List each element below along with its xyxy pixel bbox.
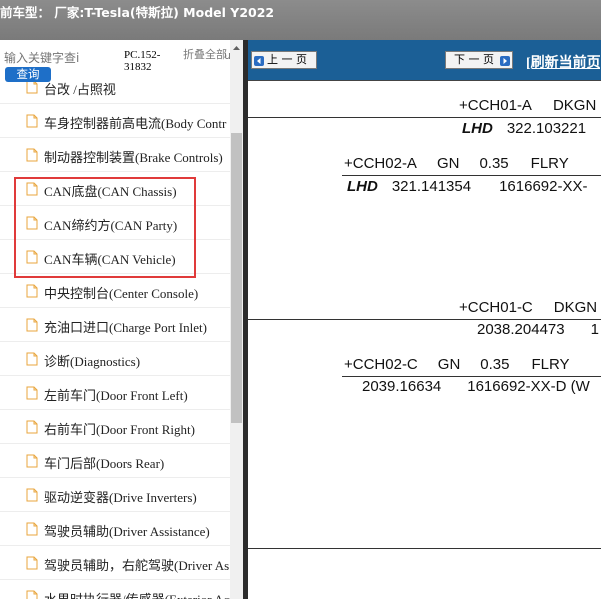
window-title-bar: 前车型： 厂家:T-Tesla(特斯拉) Model Y2022 xyxy=(0,0,601,40)
document-icon xyxy=(26,82,38,94)
tree-item-label: CAN车辆(CAN Vehicle) xyxy=(44,252,176,267)
tree-item[interactable]: 车门后部(Doors Rear) xyxy=(0,444,230,478)
tree-item-label: 驱动逆变器(Drive Inverters) xyxy=(44,490,197,505)
left-panel: 查询 PC.152-31832 折叠全部 u 台改 /占照视   车身控制器前高… xyxy=(0,40,243,599)
tree-item-label: 左前车门(Door Front Left) xyxy=(44,388,188,403)
wire-row-1-sub: LHD322.1032211 xyxy=(462,120,587,137)
collapse-all-button[interactable]: 折叠全部 xyxy=(183,49,229,61)
tree-item-label: CAN底盘(CAN Chassis) xyxy=(44,184,177,199)
wire-rule xyxy=(342,175,601,176)
tree-item[interactable]: 充油口进口(Charge Port Inlet) xyxy=(0,308,230,342)
document-icon xyxy=(26,284,38,298)
wire-rule xyxy=(248,548,601,549)
tree-item[interactable]: 驱动逆变器(Drive Inverters) xyxy=(0,478,230,512)
search-button[interactable]: 查询 xyxy=(5,67,51,82)
tree-item-can-party[interactable]: CAN缔约方(CAN Party) xyxy=(0,206,230,240)
arrow-right-icon xyxy=(500,55,510,66)
document-icon xyxy=(26,114,38,128)
wire-row-3-sub: 2038.204473 1 xyxy=(477,321,599,338)
document-icon xyxy=(26,216,38,230)
right-panel: 上 一 页 下 一 页 [刷新当前页] +CCH01-A DKGN LHD 322.… xyxy=(248,40,601,599)
document-icon xyxy=(26,522,38,536)
tree-item-label: 水果时执行器/传感器(Exterior Act xyxy=(44,589,230,599)
page-toolbar: 上 一 页 下 一 页 [刷新当前页] xyxy=(248,40,601,80)
document-icon xyxy=(26,556,38,570)
tree-item[interactable]: 水果时执行器/传感器(Exterior Act xyxy=(0,580,230,599)
document-icon xyxy=(26,590,38,599)
tree-item-label: 车身控制器前高电流(Body Contr xyxy=(44,116,227,131)
tree-item-label: 充油口进口(Charge Port Inlet) xyxy=(44,320,207,335)
document-icon xyxy=(26,182,38,196)
wire-row-4: +CCH02-C GN 0.35 FLRY xyxy=(344,356,570,373)
wiring-content: +CCH01-ADKGN LHD322.1032211 +CCH02-AGN0.… xyxy=(248,80,601,599)
document-icon xyxy=(26,250,38,264)
tree-item-can-chassis[interactable]: CAN底盘(CAN Chassis) xyxy=(0,172,230,206)
wire-rule xyxy=(342,376,601,377)
arrow-left-icon xyxy=(254,55,264,66)
tree-item[interactable]: 驾驶员辅助(Driver Assistance) xyxy=(0,512,230,546)
tree-item-label: 诊断(Diagnostics) xyxy=(44,354,141,369)
wire-rule xyxy=(248,319,601,320)
document-icon xyxy=(26,352,38,366)
tree-item[interactable]: 台改 /占照视   xyxy=(0,82,230,104)
tree-item-label: 中央控制台(Center Console) xyxy=(44,286,199,301)
wire-row-4-sub: 2039.16634 1616692-XX-D (W xyxy=(362,378,590,395)
window-title: 前车型： 厂家:T-Tesla(特斯拉) Model Y2022 xyxy=(0,5,275,20)
tree-item-label: CAN缔约方(CAN Party) xyxy=(44,218,178,233)
document-icon xyxy=(26,420,38,434)
tree-item-label: 右前车门(Door Front Right) xyxy=(44,422,195,437)
scroll-up-icon[interactable] xyxy=(230,40,243,54)
tree-item-label: 驾驶员辅助(Driver Assistance) xyxy=(44,524,210,539)
document-icon xyxy=(26,454,38,468)
pc-code-label: PC.152-31832 xyxy=(124,49,161,73)
tree-item[interactable]: 车身控制器前高电流(Body Contr xyxy=(0,104,230,138)
search-input[interactable] xyxy=(4,48,116,68)
wire-rule xyxy=(248,117,601,118)
content-top-rule xyxy=(248,80,601,81)
document-icon xyxy=(26,148,38,162)
wire-row-2-sub: LHD 321.141354 1616692-XX- xyxy=(347,178,588,195)
tree-item-label: 驾驶员辅助，右舵驾驶(Driver As xyxy=(44,558,230,573)
refresh-page-link[interactable]: [刷新当前页] xyxy=(526,52,601,72)
tree-item-label: 台改 /占照视   xyxy=(44,82,130,97)
tree-item[interactable]: 右前车门(Door Front Right) xyxy=(0,410,230,444)
tree-item[interactable]: 驾驶员辅助，右舵驾驶(Driver As xyxy=(0,546,230,580)
tree-item[interactable]: 中央控制台(Center Console) xyxy=(0,274,230,308)
tree-item-label: 车门后部(Doors Rear) xyxy=(44,456,165,471)
prev-page-button[interactable]: 上 一 页 xyxy=(251,51,317,69)
tree-item[interactable]: 左前车门(Door Front Left) xyxy=(0,376,230,410)
document-icon xyxy=(26,318,38,332)
tree-item-label: 制动器控制装置(Brake Controls) xyxy=(44,150,223,165)
wire-row-1: +CCH01-A DKGN xyxy=(459,97,597,114)
scroll-thumb[interactable] xyxy=(231,133,242,423)
document-icon xyxy=(26,386,38,400)
tree-item[interactable]: 诊断(Diagnostics) xyxy=(0,342,230,376)
next-page-button[interactable]: 下 一 页 xyxy=(445,51,513,69)
tree-scrollbar[interactable] xyxy=(230,40,243,599)
wire-row-2: +CCH02-A GN 0.35 FLRY xyxy=(344,155,569,172)
tree-item[interactable]: 制动器控制装置(Brake Controls) xyxy=(0,138,230,172)
tree-list: 台改 /占照视   车身控制器前高电流(Body Contr 制动器控制装置(B… xyxy=(0,82,230,599)
wire-row-3: +CCH01-C DKGN xyxy=(459,299,598,316)
document-icon xyxy=(26,488,38,502)
tree-item-can-vehicle[interactable]: CAN车辆(CAN Vehicle) xyxy=(0,240,230,274)
